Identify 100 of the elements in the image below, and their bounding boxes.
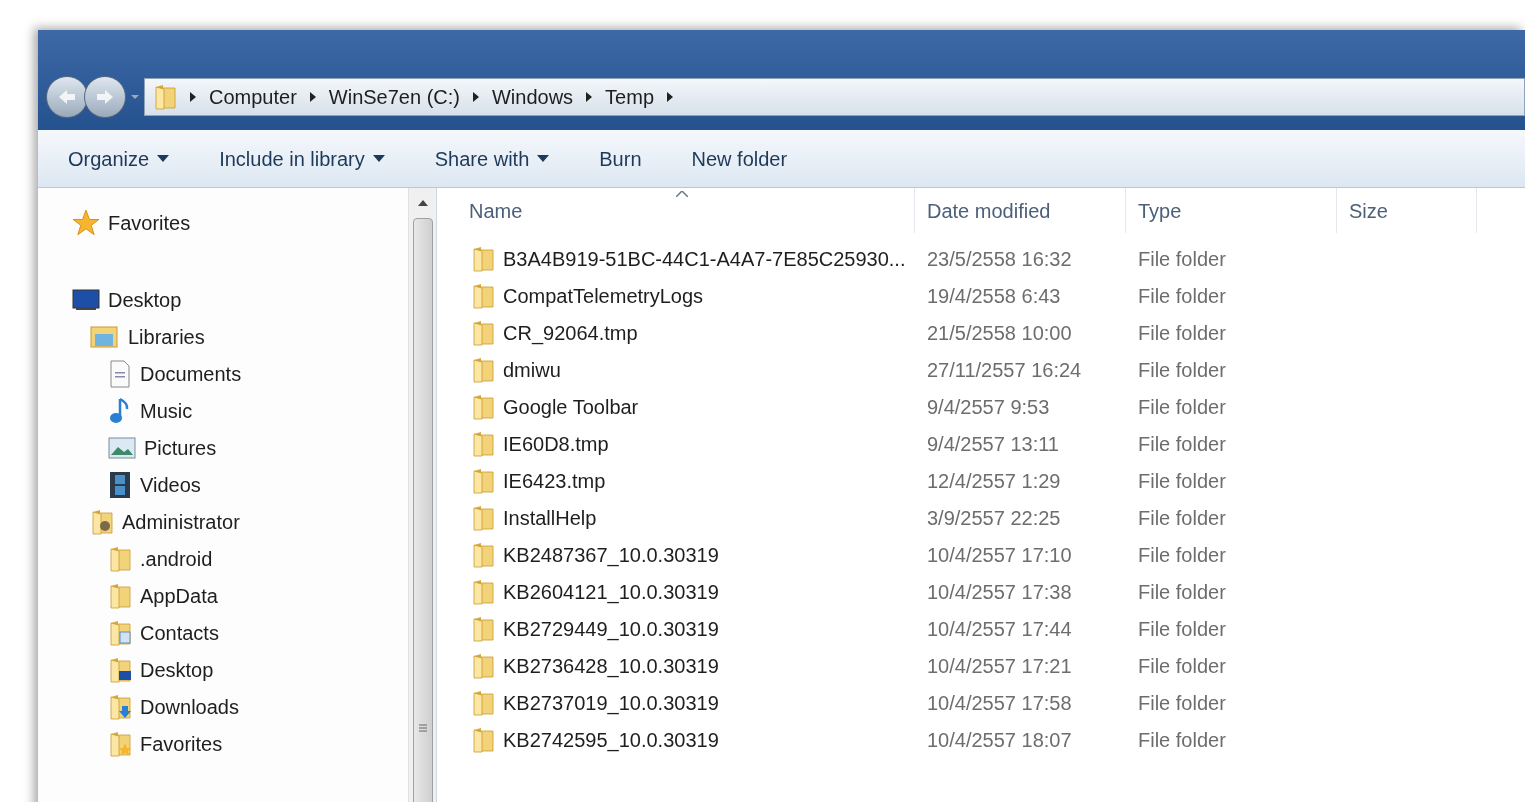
breadcrumb[interactable]: Temp [605, 82, 654, 112]
file-type: File folder [1137, 394, 1227, 420]
column-header[interactable]: Size [1337, 188, 1477, 233]
file-name[interactable]: KB2604121_10.0.30319 [503, 576, 719, 607]
folder-icon [471, 356, 495, 383]
date-modified: 12/4/2557 1:29 [926, 468, 1062, 494]
library-folder-icon [90, 323, 120, 350]
picture-icon [108, 435, 136, 460]
file-type: File folder [1137, 431, 1227, 457]
date-modified: 3/9/2557 22:25 [926, 505, 1062, 531]
caret-icon [130, 94, 140, 100]
toolbar-button[interactable]: New folder [691, 143, 788, 174]
folder-icon [471, 652, 495, 679]
scrollbar-thumb[interactable] [412, 218, 433, 802]
date-modified: 10/4/2557 18:07 [926, 727, 1073, 753]
back-button[interactable] [46, 76, 88, 118]
file-name[interactable]: IE60D8.tmp [503, 428, 609, 459]
file-name[interactable]: KB2742595_10.0.30319 [503, 724, 719, 755]
folder-icon [471, 726, 495, 753]
folder-icon [108, 582, 132, 609]
file-type: File folder [1137, 690, 1227, 716]
file-type: File folder [1137, 283, 1227, 309]
date-modified: 23/5/2558 16:32 [926, 246, 1073, 272]
monitor-icon [72, 287, 100, 312]
nav-item[interactable]: AppData [140, 580, 218, 611]
toolbar-button[interactable]: Share with [434, 143, 550, 174]
column-header[interactable]: Name [437, 188, 915, 233]
nav-item[interactable]: Contacts [140, 617, 219, 648]
nav-item[interactable]: Libraries [128, 321, 205, 352]
folder-icon [471, 541, 495, 568]
file-name[interactable]: KB2487367_10.0.30319 [503, 539, 719, 570]
nav-item[interactable]: Favorites [108, 207, 191, 238]
file-name[interactable]: KB2737019_10.0.30319 [503, 687, 719, 718]
file-name[interactable]: Google Toolbar [503, 391, 639, 422]
nav-item[interactable]: Documents [140, 358, 242, 389]
date-modified: 21/5/2558 10:00 [926, 320, 1073, 346]
address-bar[interactable]: Computer WinSe7en (C:) Windows Temp [144, 78, 1525, 116]
file-name[interactable]: KB2729449_10.0.30319 [503, 613, 719, 644]
file-type: File folder [1137, 542, 1227, 568]
nav-item[interactable]: Favorites [140, 728, 223, 759]
folder-icon [471, 319, 495, 346]
nav-item[interactable]: Videos [140, 469, 201, 500]
folder-icon [471, 578, 495, 605]
star-icon [72, 208, 100, 237]
date-modified: 9/4/2557 9:53 [926, 394, 1051, 420]
file-name[interactable]: CompatTelemetryLogs [503, 280, 704, 311]
document-icon [108, 359, 132, 388]
toolbar-button[interactable]: Organize [68, 143, 170, 174]
left-arrow-icon [58, 89, 76, 105]
folder-icon [108, 545, 132, 572]
breadcrumb[interactable]: Computer [209, 82, 297, 112]
caret-icon [537, 155, 550, 162]
file-name[interactable]: IE6423.tmp [503, 465, 606, 496]
date-modified: 19/4/2558 6:43 [926, 283, 1062, 309]
nav-item[interactable]: .android [140, 543, 213, 574]
date-modified: 27/11/2557 16:24 [926, 357, 1083, 383]
breadcrumb[interactable]: Windows [491, 82, 574, 112]
desktop-folder-icon [108, 656, 132, 683]
nav-item[interactable]: Music [140, 395, 193, 426]
folder-icon [153, 84, 177, 110]
film-icon [108, 470, 132, 499]
column-header[interactable]: Date modified [915, 188, 1126, 233]
folder-icon [471, 282, 495, 309]
download-folder-icon [108, 693, 132, 720]
date-modified: 10/4/2557 17:21 [926, 653, 1073, 679]
file-type: File folder [1137, 579, 1227, 605]
chevron-right-icon [471, 92, 480, 102]
date-modified: 10/4/2557 17:38 [926, 579, 1073, 605]
date-modified: 9/4/2557 13:11 [926, 431, 1060, 457]
folder-icon [471, 393, 495, 420]
file-type: File folder [1137, 505, 1227, 531]
file-name[interactable]: dmiwu [503, 354, 561, 385]
grip-icon [417, 723, 428, 733]
chevron-right-icon [666, 92, 674, 102]
file-name[interactable]: InstallHelp [503, 502, 597, 533]
file-name[interactable]: KB2736428_10.0.30319 [503, 650, 719, 681]
folder-icon [471, 689, 495, 716]
breadcrumb[interactable]: WinSe7en (C:) [328, 82, 460, 112]
forward-button[interactable] [84, 76, 126, 118]
caret-icon [157, 155, 170, 162]
nav-item[interactable]: Desktop [140, 654, 214, 685]
nav-item[interactable]: Administrator [122, 506, 240, 537]
nav-item[interactable]: Desktop [108, 284, 182, 315]
toolbar-button[interactable]: Include in library [219, 143, 385, 174]
chevron-right-icon [585, 92, 594, 102]
nav-item[interactable]: Pictures [144, 432, 217, 463]
column-header[interactable]: Type [1126, 188, 1337, 233]
toolbar-button[interactable]: Burn [599, 143, 642, 174]
date-modified: 10/4/2557 17:44 [926, 616, 1073, 642]
right-arrow-icon [96, 89, 114, 105]
file-type: File folder [1137, 320, 1227, 346]
nav-item[interactable]: Downloads [140, 691, 239, 722]
folder-icon [471, 467, 495, 494]
file-type: File folder [1137, 357, 1227, 383]
file-name[interactable]: CR_92064.tmp [503, 317, 638, 348]
file-name[interactable]: B3A4B919-51BC-44C1-A4A7-7E85C25930... [503, 243, 906, 274]
up-arrow-icon [417, 200, 428, 206]
chevron-right-icon [308, 92, 317, 102]
date-modified: 10/4/2557 17:58 [926, 690, 1073, 716]
file-type: File folder [1137, 468, 1227, 494]
